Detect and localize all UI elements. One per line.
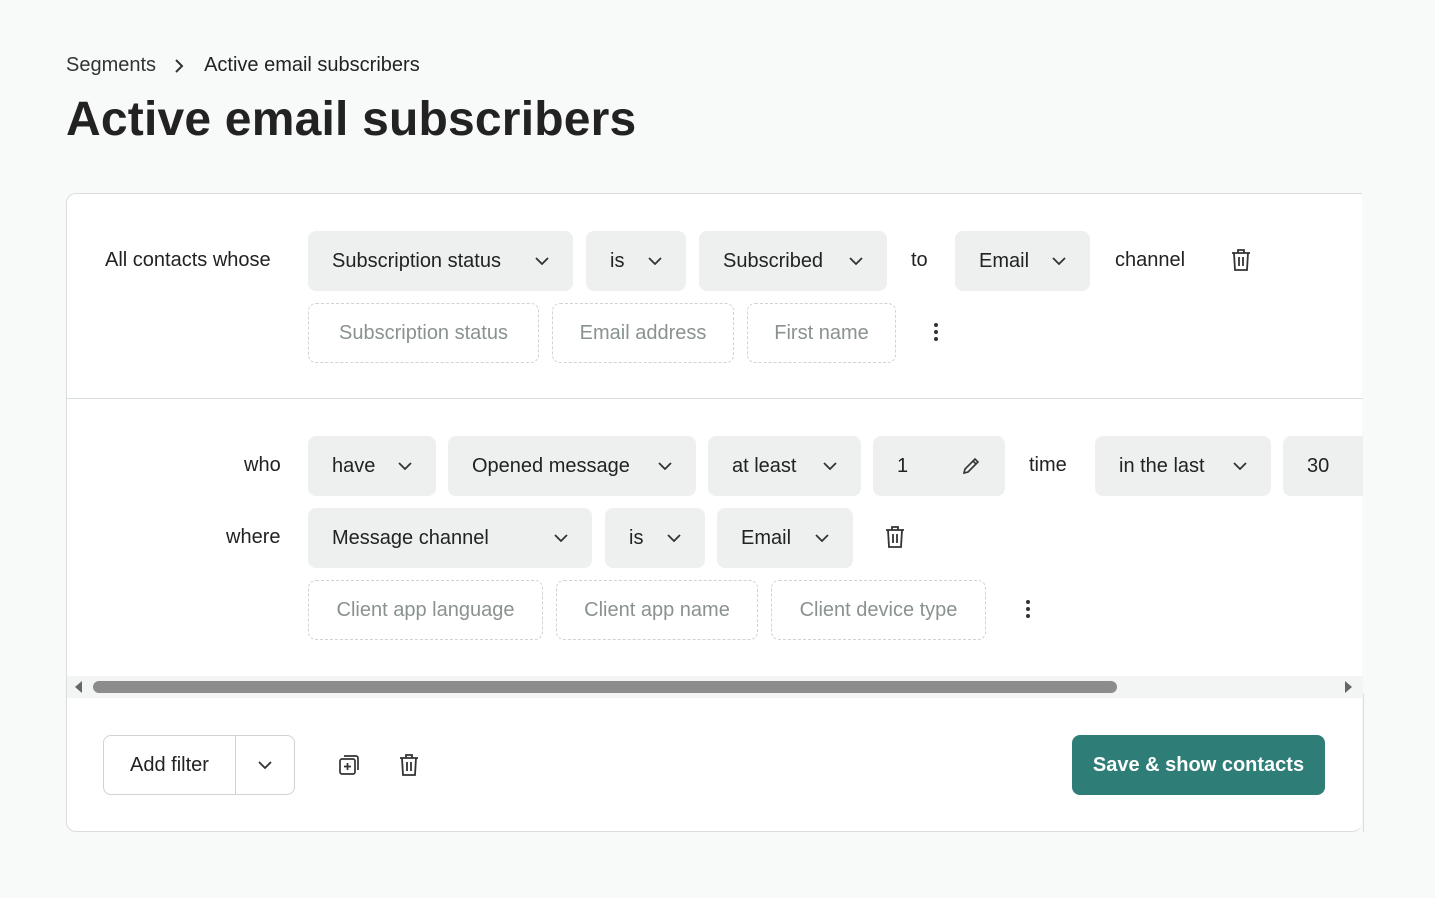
card-edge — [1363, 694, 1364, 832]
chevron-down-icon — [658, 462, 672, 470]
chevron-down-icon — [554, 534, 568, 542]
where-operator-dropdown[interactable]: is — [605, 508, 705, 568]
suggestion-chip[interactable]: Email address — [552, 303, 734, 363]
more-vertical-icon[interactable] — [1025, 599, 1031, 619]
scrollbar-thumb[interactable] — [93, 681, 1117, 693]
chevron-down-icon — [398, 462, 412, 470]
suggestion-chip[interactable]: Client app name — [556, 580, 758, 640]
event-dropdown-label: Opened message — [472, 454, 630, 477]
chevron-down-icon — [849, 257, 863, 265]
suggestion-chip[interactable]: Subscription status — [308, 303, 539, 363]
where-operator-label: is — [629, 526, 644, 549]
where-attribute-label: Message channel — [332, 526, 489, 549]
count-value: 1 — [897, 454, 909, 477]
chevron-down-icon — [823, 462, 837, 470]
breadcrumb-segments-link[interactable]: Segments — [66, 54, 156, 77]
trash-icon[interactable] — [884, 525, 906, 549]
chevron-down-icon — [667, 534, 681, 542]
period-value-input[interactable]: 30 — [1283, 436, 1363, 496]
horizontal-scrollbar[interactable] — [67, 676, 1363, 698]
attribute-dropdown-label: Subscription status — [332, 249, 501, 272]
suggestion-chip[interactable]: Client device type — [771, 580, 986, 640]
to-text: to — [911, 249, 928, 271]
duplicate-icon[interactable] — [337, 753, 361, 777]
where-label: where — [226, 526, 281, 548]
where-value-label: Email — [741, 526, 792, 549]
time-text: time — [1029, 454, 1067, 476]
where-attribute-dropdown[interactable]: Message channel — [308, 508, 592, 568]
frequency-dropdown[interactable]: at least — [708, 436, 861, 496]
trash-icon[interactable] — [1230, 248, 1252, 272]
chevron-down-icon — [1233, 462, 1247, 470]
period-value: 30 — [1307, 454, 1330, 477]
chevron-down-icon — [1052, 257, 1066, 265]
have-dropdown[interactable]: have — [308, 436, 436, 496]
add-filter-button[interactable]: Add filter — [104, 736, 236, 794]
condition-divider — [67, 398, 1363, 399]
suggestion-chip[interactable]: First name — [747, 303, 896, 363]
attribute-dropdown[interactable]: Subscription status — [308, 231, 573, 291]
count-input[interactable]: 1 — [873, 436, 1005, 496]
condition-label: All contacts whose — [105, 249, 271, 271]
operator-dropdown[interactable]: is — [586, 231, 686, 291]
more-vertical-icon[interactable] — [933, 322, 939, 342]
have-dropdown-label: have — [332, 454, 376, 477]
chevron-down-icon — [535, 257, 549, 265]
chevron-down-icon — [648, 257, 662, 265]
suggestion-chip[interactable]: Client app language — [308, 580, 543, 640]
scroll-left-icon[interactable] — [75, 681, 83, 693]
chevron-down-icon — [815, 534, 829, 542]
page-title: Active email subscribers — [66, 93, 637, 146]
chevron-right-icon — [174, 58, 184, 73]
trash-icon[interactable] — [398, 753, 420, 777]
add-filter-split-button[interactable]: Add filter — [103, 735, 295, 795]
chevron-down-icon — [258, 761, 272, 769]
breadcrumb-current: Active email subscribers — [204, 54, 420, 76]
period-dropdown[interactable]: in the last — [1095, 436, 1271, 496]
period-dropdown-label: in the last — [1119, 454, 1205, 477]
operator-dropdown-label: is — [610, 249, 625, 272]
channel-text: channel — [1115, 249, 1186, 271]
channel-dropdown-label: Email — [979, 249, 1030, 272]
event-dropdown[interactable]: Opened message — [448, 436, 696, 496]
segment-builder-card: All contacts whose Subscription status i… — [66, 193, 1364, 832]
frequency-dropdown-label: at least — [732, 454, 797, 477]
value-dropdown-label: Subscribed — [723, 249, 824, 272]
add-filter-dropdown-toggle[interactable] — [236, 736, 294, 794]
pencil-icon — [961, 456, 981, 476]
where-value-dropdown[interactable]: Email — [717, 508, 853, 568]
scroll-right-icon[interactable] — [1344, 681, 1352, 693]
breadcrumb: Segments Active email subscribers — [66, 54, 420, 77]
who-label: who — [244, 454, 281, 476]
save-show-contacts-button[interactable]: Save & show contacts — [1072, 735, 1325, 795]
value-dropdown[interactable]: Subscribed — [699, 231, 887, 291]
channel-dropdown[interactable]: Email — [955, 231, 1090, 291]
